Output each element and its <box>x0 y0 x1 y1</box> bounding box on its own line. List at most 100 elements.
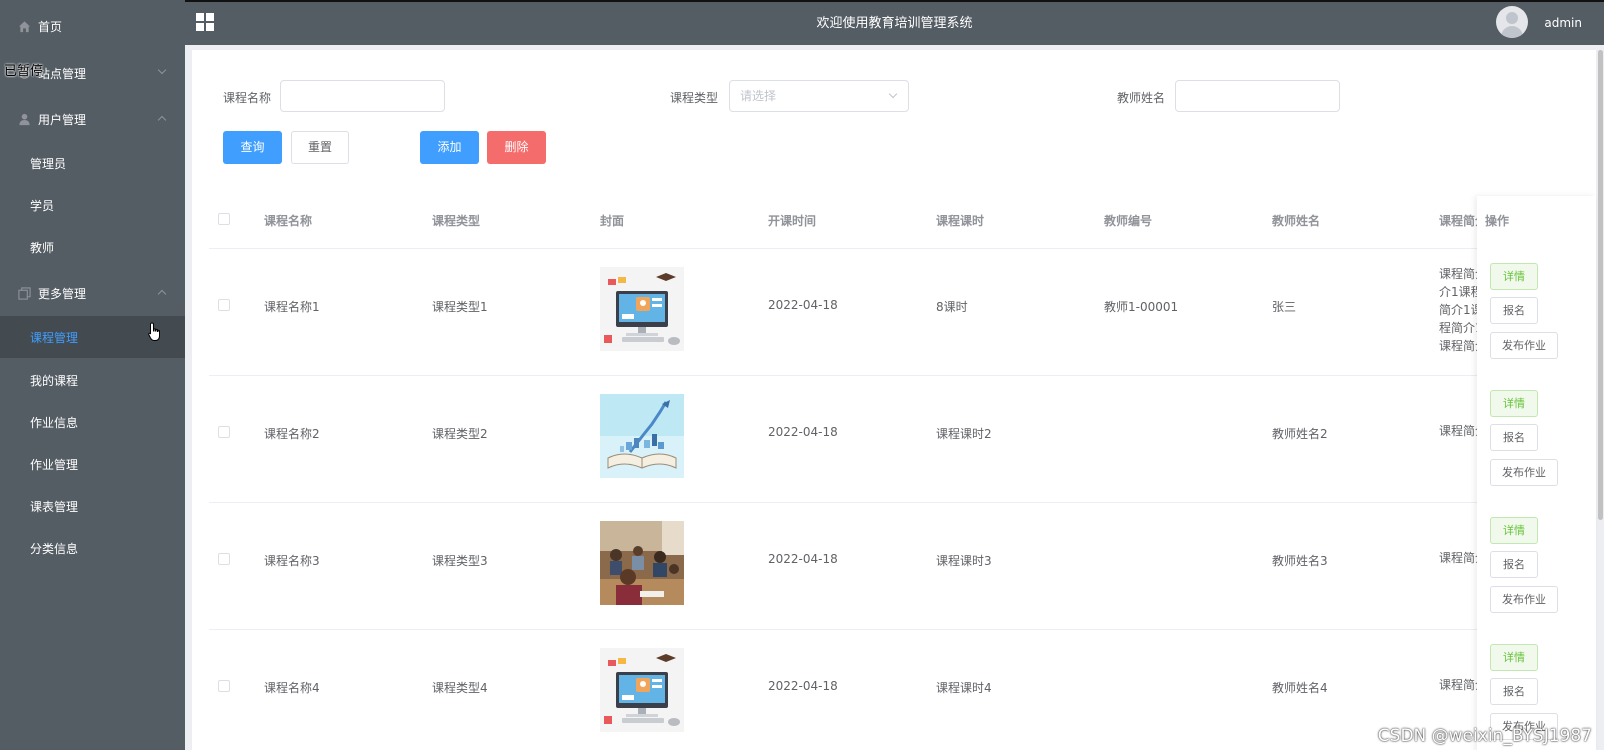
add-button[interactable]: 添加 <box>420 131 479 164</box>
sidebar-item-teacher[interactable]: 教师 <box>0 226 185 268</box>
sidebar-item-homework-mgmt[interactable]: 作业管理 <box>0 443 185 485</box>
course-type-select[interactable]: 请选择 <box>729 80 909 112</box>
teacher-name-label: 教师姓名 <box>1117 91 1166 105</box>
delete-button[interactable]: 删除 <box>487 131 546 164</box>
row-divider <box>209 629 1569 630</box>
sidebar-item-label: 站点管理 <box>38 66 87 81</box>
user-icon <box>17 112 31 126</box>
cell-start-date: 2022-04-18 <box>768 552 838 566</box>
publish-homework-button[interactable]: 发布作业 <box>1490 586 1558 613</box>
col-course-hours: 课程课时 <box>936 214 985 228</box>
header-divider <box>209 248 1569 249</box>
course-type-placeholder: 请选择 <box>740 89 777 103</box>
cell-teacher-name: 教师姓名4 <box>1272 681 1328 695</box>
vertical-scrollbar[interactable] <box>1598 50 1603 520</box>
sidebar-item-label: 用户管理 <box>38 112 87 127</box>
publish-homework-button[interactable]: 发布作业 <box>1490 459 1558 486</box>
hand-cursor-icon <box>148 322 164 345</box>
col-start-date: 开课时间 <box>768 214 817 228</box>
cell-start-date: 2022-04-18 <box>768 679 838 693</box>
cell-teacher-name: 教师姓名3 <box>1272 554 1328 568</box>
col-teacher-no: 教师编号 <box>1104 214 1153 228</box>
detail-button[interactable]: 详情 <box>1490 390 1538 417</box>
select-all-checkbox[interactable] <box>218 213 230 225</box>
paused-indicator: 已暂停 <box>4 64 44 79</box>
chevron-down-icon <box>888 89 898 99</box>
cover-image-computer <box>600 267 684 351</box>
cell-course-name: 课程名称3 <box>264 554 320 568</box>
cell-course-type: 课程类型1 <box>432 300 488 314</box>
cell-start-date: 2022-04-18 <box>768 298 838 312</box>
cell-course-hours: 课程课时2 <box>936 427 992 441</box>
cover-image-book <box>600 394 684 478</box>
col-cover: 封面 <box>600 214 625 228</box>
enroll-button[interactable]: 报名 <box>1490 551 1538 578</box>
watermark: CSDN @weixin_BYSJ1987 <box>1377 726 1592 746</box>
cover-image-classroom <box>600 521 684 605</box>
cell-course-type: 课程类型4 <box>432 681 488 695</box>
username[interactable]: admin <box>1544 2 1582 45</box>
chevron-up-icon <box>157 115 167 125</box>
page-title: 欢迎使用教育培训管理系统 <box>816 16 973 31</box>
sidebar-item-home[interactable]: 首页 <box>0 5 185 47</box>
row-checkbox[interactable] <box>218 426 230 438</box>
col-operations: 操作 <box>1485 214 1510 228</box>
row-checkbox[interactable] <box>218 553 230 565</box>
teacher-name-input[interactable] <box>1175 80 1340 112</box>
avatar[interactable] <box>1496 6 1528 38</box>
sidebar-item-admin[interactable]: 管理员 <box>0 142 185 184</box>
row-checkbox[interactable] <box>218 680 230 692</box>
row-checkbox[interactable] <box>218 299 230 311</box>
col-course-intro: 课程简介 <box>1439 214 1479 228</box>
cover-image-computer <box>600 648 684 732</box>
reset-button[interactable]: 重置 <box>291 131 349 164</box>
cell-course-intro: 课程简介 <box>1439 424 1481 438</box>
enroll-button[interactable]: 报名 <box>1490 678 1538 705</box>
col-course-name: 课程名称 <box>264 214 313 228</box>
cell-start-date: 2022-04-18 <box>768 425 838 439</box>
cell-course-type: 课程类型2 <box>432 427 488 441</box>
cell-course-intro: 课程简介 <box>1439 678 1481 692</box>
sidebar-item-homework-info[interactable]: 作业信息 <box>0 401 185 443</box>
chevron-up-icon <box>157 289 167 299</box>
cell-course-name: 课程名称4 <box>264 681 320 695</box>
cell-course-type: 课程类型3 <box>432 554 488 568</box>
cell-teacher-name: 教师姓名2 <box>1272 427 1328 441</box>
home-icon <box>17 19 31 33</box>
cell-course-hours: 课程课时4 <box>936 681 992 695</box>
sidebar-item-label: 首页 <box>38 19 63 34</box>
course-type-label: 课程类型 <box>670 91 719 105</box>
sidebar-item-student[interactable]: 学员 <box>0 184 185 226</box>
row-divider <box>209 375 1569 376</box>
cell-course-name: 课程名称2 <box>264 427 320 441</box>
cell-teacher-name: 张三 <box>1272 300 1297 314</box>
query-button[interactable]: 查询 <box>223 131 282 164</box>
main-panel: 课程名称 课程类型 请选择 教师姓名 查询 重置 添加 删除 课程名称 课程类型… <box>192 50 1596 750</box>
top-header: 欢迎使用教育培训管理系统 admin <box>185 2 1604 45</box>
copy-icon <box>17 286 31 300</box>
cell-course-hours: 8课时 <box>936 300 968 314</box>
col-course-type: 课程类型 <box>432 214 481 228</box>
sidebar-item-user-mgmt[interactable]: 用户管理 <box>0 98 185 140</box>
cell-course-hours: 课程课时3 <box>936 554 992 568</box>
detail-button[interactable]: 详情 <box>1490 263 1538 290</box>
sidebar-item-label: 更多管理 <box>38 286 87 301</box>
enroll-button[interactable]: 报名 <box>1490 424 1538 451</box>
sidebar: 首页 站点管理 用户管理 管理员 学员 教师 更多管理 课程管理 我的课程 作业… <box>0 0 185 750</box>
chevron-down-icon <box>157 65 167 75</box>
sidebar-item-my-courses[interactable]: 我的课程 <box>0 359 185 401</box>
publish-homework-button[interactable]: 发布作业 <box>1490 332 1558 359</box>
cell-course-intro: 课程简介 介1课程 简介1课 程简介1 课程简介 <box>1439 267 1481 353</box>
cell-course-name: 课程名称1 <box>264 300 320 314</box>
sidebar-item-schedule-mgmt[interactable]: 课表管理 <box>0 485 185 527</box>
detail-button[interactable]: 详情 <box>1490 517 1538 544</box>
enroll-button[interactable]: 报名 <box>1490 297 1538 324</box>
sidebar-item-category-info[interactable]: 分类信息 <box>0 527 185 569</box>
detail-button[interactable]: 详情 <box>1490 644 1538 671</box>
cell-course-intro: 课程简介 <box>1439 551 1481 565</box>
cell-teacher-no: 教师1-00001 <box>1104 300 1179 314</box>
row-divider <box>209 502 1569 503</box>
course-name-input[interactable] <box>280 80 445 112</box>
course-name-label: 课程名称 <box>223 91 272 105</box>
sidebar-item-more-mgmt[interactable]: 更多管理 <box>0 272 185 314</box>
